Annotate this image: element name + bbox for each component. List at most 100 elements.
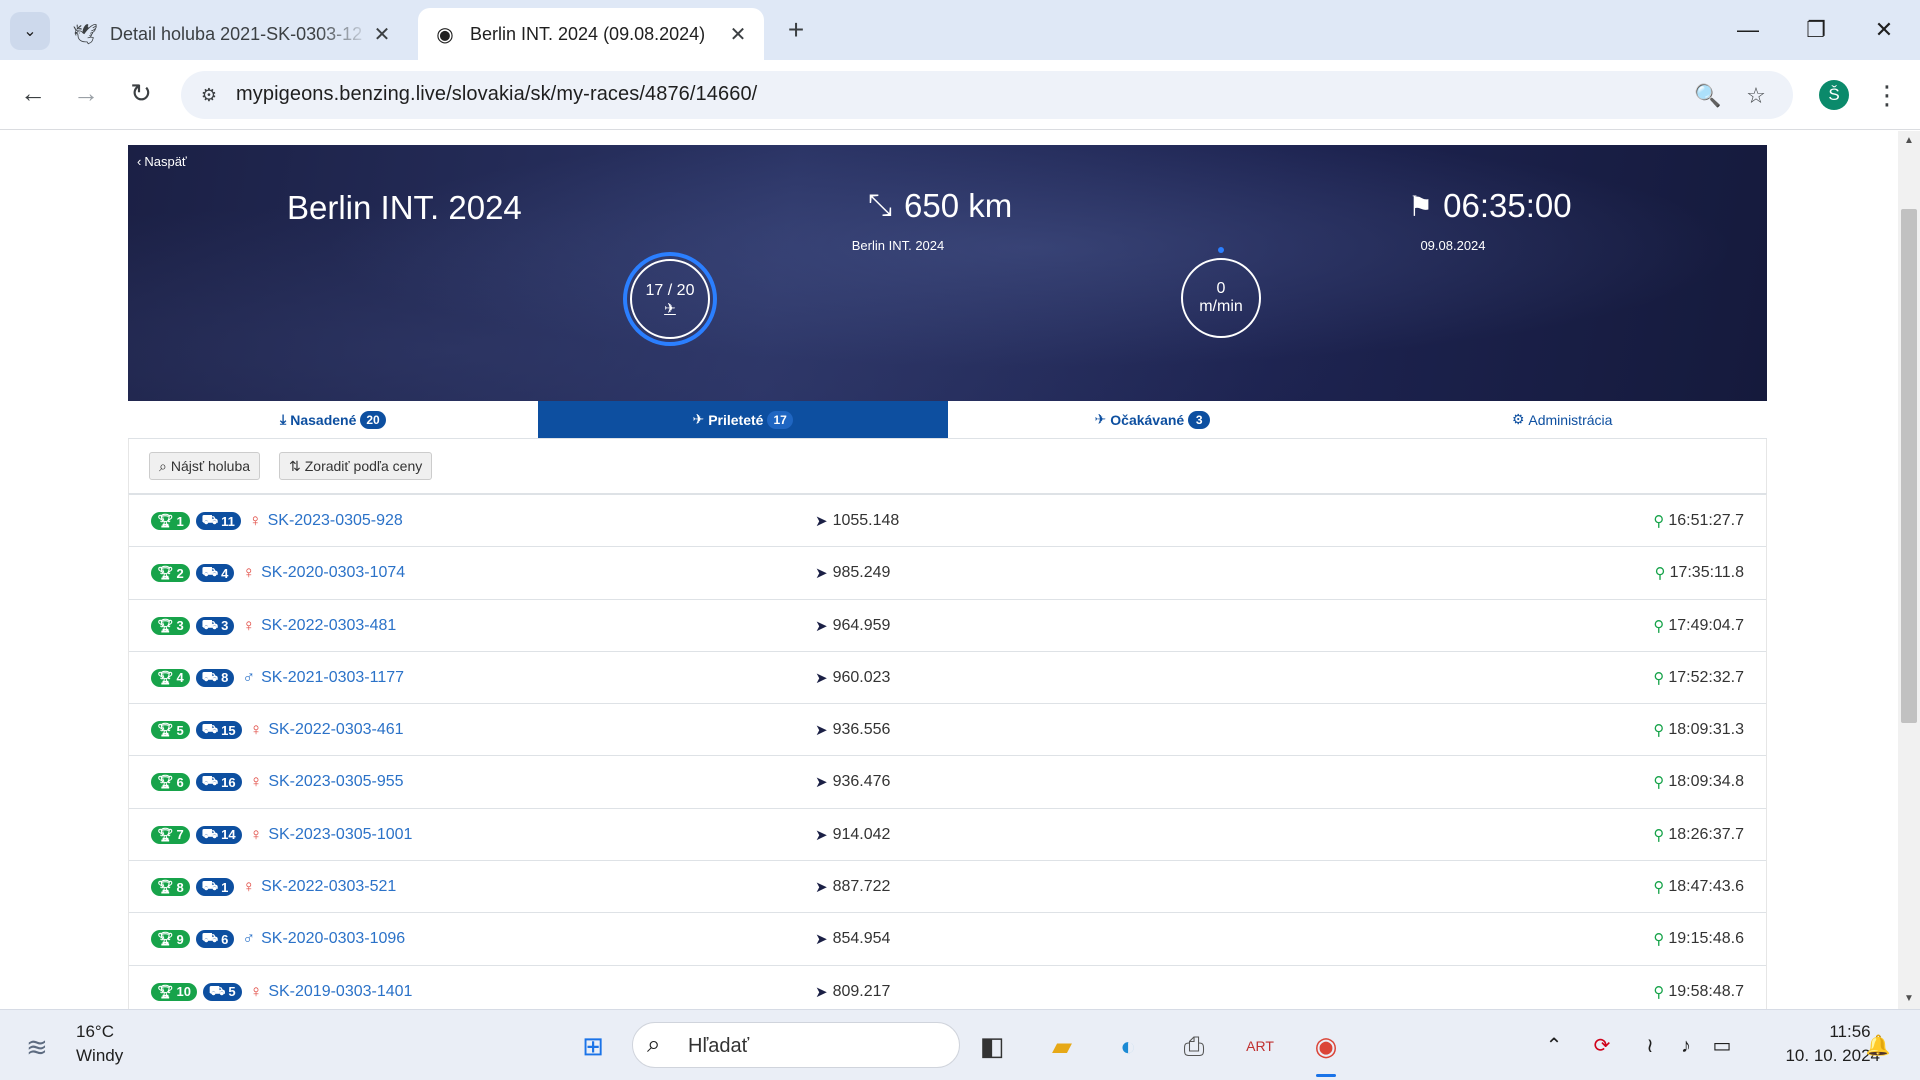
- map-pin-icon: ⚲: [1654, 565, 1666, 583]
- back-link[interactable]: ‹ Naspäť: [137, 154, 187, 169]
- chevron-down-icon: ⌄: [23, 23, 37, 40]
- ring-number-link[interactable]: SK-2022-0303-481: [261, 617, 396, 635]
- basket-badge: ⛟ 6: [195, 930, 235, 949]
- reload-button[interactable]: ↻: [121, 73, 161, 113]
- battery-icon[interactable]: ▭: [1708, 1032, 1736, 1060]
- notification-bell-icon[interactable]: 🔔: [1864, 1032, 1892, 1060]
- restore-button[interactable]: ❐: [1796, 10, 1836, 50]
- chevron-up-icon[interactable]: ⌃: [1540, 1032, 1568, 1060]
- row-arrival-time: ⚲ 18:47:43.6: [1653, 861, 1744, 913]
- paper-plane-icon: ➤: [815, 879, 828, 897]
- row-speed: ➤ 887.722: [815, 861, 890, 913]
- basket-badge: ⛟ 16: [195, 773, 242, 792]
- back-button[interactable]: ←: [13, 73, 53, 113]
- basket-badge: ⛟ 1: [195, 878, 235, 897]
- new-tab-button[interactable]: +: [780, 14, 812, 46]
- basket-in-icon: ⤓: [280, 411, 287, 427]
- rank-value: 6: [176, 774, 184, 790]
- row-speed: ➤ 809.217: [815, 966, 890, 1009]
- file-explorer-icon[interactable]: ▰: [1042, 1026, 1082, 1066]
- scroll-down-arrow-icon[interactable]: ▼: [1898, 989, 1920, 1009]
- browser-menu-icon[interactable]: ⋮: [1874, 77, 1900, 113]
- sort-by-price-button[interactable]: ⇅ Zoradiť podľa ceny: [279, 452, 433, 480]
- chrome-browser-icon[interactable]: ◉: [1306, 1026, 1346, 1066]
- sex-icon: ♀: [248, 511, 262, 530]
- windows-start-icon[interactable]: ⊞: [573, 1026, 613, 1066]
- tab-priletene[interactable]: ✈ Prileteté 17: [537, 401, 948, 438]
- result-row: 🏆︎ 7 ⛟ 14 ♀ SK-2023-0305-1001 ➤ 914.042 ⚲ 18:26:3…: [129, 809, 1766, 862]
- tab-ocakavane[interactable]: ✈ Očakávané 3: [948, 401, 1358, 438]
- result-row: 🏆︎ 1 ⛟ 11 ♀ SK-2023-0305-928 ➤ 1055.148 ⚲ 16:51:2…: [129, 495, 1766, 548]
- address-bar[interactable]: ⚙ mypigeons.benzing.live/slovakia/sk/my-…: [181, 71, 1793, 119]
- tab-search-button[interactable]: ⌄: [10, 12, 50, 50]
- minimize-button[interactable]: —: [1728, 10, 1768, 50]
- basket-value: 5: [228, 984, 236, 1000]
- clock-time[interactable]: 11:56: [1790, 1022, 1910, 1042]
- taskbar-search[interactable]: ⌕ Hľadať: [632, 1022, 960, 1068]
- close-window-button[interactable]: ✕: [1864, 10, 1904, 50]
- map-pin-icon: ⚲: [1653, 931, 1665, 949]
- printer-app-icon[interactable]: ⎙: [1174, 1026, 1214, 1066]
- profile-avatar[interactable]: Š: [1819, 80, 1849, 110]
- row-speed: ➤ 854.954: [815, 913, 890, 965]
- tab-label: Prileteté: [708, 411, 764, 428]
- task-view-icon[interactable]: ◧: [972, 1026, 1012, 1066]
- paper-plane-icon: ➤: [815, 617, 828, 635]
- forward-button[interactable]: →: [66, 73, 106, 113]
- tab-administracia[interactable]: ⚙ Administrácia: [1357, 401, 1767, 438]
- result-row: 🏆︎ 10 ⛟ 5 ♀ SK-2019-0303-1401 ➤ 809.217 ⚲ 19:58:4…: [129, 966, 1766, 1009]
- tab-label: Administrácia: [1528, 411, 1613, 428]
- tab-label: Očakávané: [1110, 411, 1185, 428]
- ring-number-link[interactable]: SK-2023-0305-928: [268, 512, 403, 530]
- edge-browser-icon[interactable]: ◐: [1108, 1026, 1148, 1066]
- arrival-time: 19:15:48.6: [1668, 930, 1744, 948]
- page-viewport: ‹ Naspäť Berlin INT. 2024 ⤡ 650 km Berli…: [0, 131, 1898, 1009]
- rank-badge: 🏆︎ 1: [151, 512, 190, 530]
- page-scrollbar[interactable]: ▲ ▼: [1898, 131, 1920, 1009]
- browser-tab-pigeon-detail[interactable]: 🕊 Detail holuba 2021-SK-0303-12 ✕: [58, 8, 408, 60]
- ring-number-link[interactable]: SK-2022-0303-521: [261, 878, 396, 896]
- basket-badge: ⛟ 5: [202, 982, 242, 1001]
- site-settings-icon[interactable]: ⚙: [197, 83, 221, 107]
- ring-number-link[interactable]: SK-2021-0303-1177: [261, 669, 404, 687]
- paper-plane-icon: ➤: [815, 669, 828, 687]
- speed-value: 960.023: [832, 668, 891, 686]
- ring-number-link[interactable]: SK-2023-0305-1001: [268, 826, 412, 844]
- wifi-icon[interactable]: ≀: [1636, 1032, 1664, 1060]
- row-speed: ➤ 936.556: [815, 704, 890, 756]
- sync-icon[interactable]: ⟳: [1588, 1032, 1616, 1060]
- bookmark-star-icon[interactable]: ☆: [1741, 81, 1771, 111]
- basket-badge: ⛟ 14: [195, 825, 242, 844]
- weather-description[interactable]: Windy: [76, 1046, 123, 1066]
- ring-number-link[interactable]: SK-2020-0303-1096: [261, 930, 405, 948]
- close-tab-icon[interactable]: ✕: [726, 22, 750, 47]
- arrival-time: 17:49:04.7: [1668, 616, 1744, 634]
- row-arrival-time: ⚲ 16:51:27.7: [1653, 495, 1744, 547]
- natural-art-app-icon[interactable]: ART: [1240, 1026, 1280, 1066]
- scroll-thumb[interactable]: [1901, 209, 1917, 723]
- ring-number-link[interactable]: SK-2020-0303-1074: [261, 564, 405, 582]
- paper-plane-icon: ➤: [815, 513, 828, 530]
- tab-nasadene[interactable]: ⤓ Nasadené 20: [128, 401, 538, 438]
- ring-number-link[interactable]: SK-2019-0303-1401: [268, 983, 412, 1001]
- ring-number-link[interactable]: SK-2023-0305-955: [268, 773, 403, 791]
- zoom-icon[interactable]: 🔍: [1693, 81, 1723, 111]
- close-tab-icon[interactable]: ✕: [370, 22, 394, 47]
- rank-value: 2: [176, 565, 184, 581]
- weather-temperature[interactable]: 16°C: [76, 1022, 114, 1042]
- volume-icon[interactable]: ♪: [1672, 1032, 1700, 1060]
- browser-tab-berlin-race[interactable]: ◉ Berlin INT. 2024 (09.08.2024) ✕: [418, 8, 764, 60]
- tab-title: Berlin INT. 2024 (09.08.2024): [470, 23, 706, 44]
- find-pigeon-button[interactable]: ⌕ Nájsť holuba: [149, 452, 261, 480]
- scroll-up-arrow-icon[interactable]: ▲: [1898, 131, 1920, 151]
- clock-date[interactable]: 10. 10. 2024: [1760, 1046, 1880, 1066]
- sex-icon: ♀: [249, 981, 263, 1001]
- wind-icon[interactable]: ≋: [26, 1032, 48, 1063]
- ring-number-link[interactable]: SK-2022-0303-461: [268, 721, 403, 739]
- url-text[interactable]: mypigeons.benzing.live/slovakia/sk/my-ra…: [236, 83, 757, 106]
- trophy-icon: 🏆︎: [157, 931, 174, 947]
- row-identity: 🏆︎ 7 ⛟ 14 ♀ SK-2023-0305-1001: [151, 809, 412, 861]
- plane-landing-icon: ✈: [692, 411, 705, 427]
- rank-badge: 🏆︎ 2: [151, 564, 190, 583]
- search-icon: ⌕: [647, 1031, 661, 1058]
